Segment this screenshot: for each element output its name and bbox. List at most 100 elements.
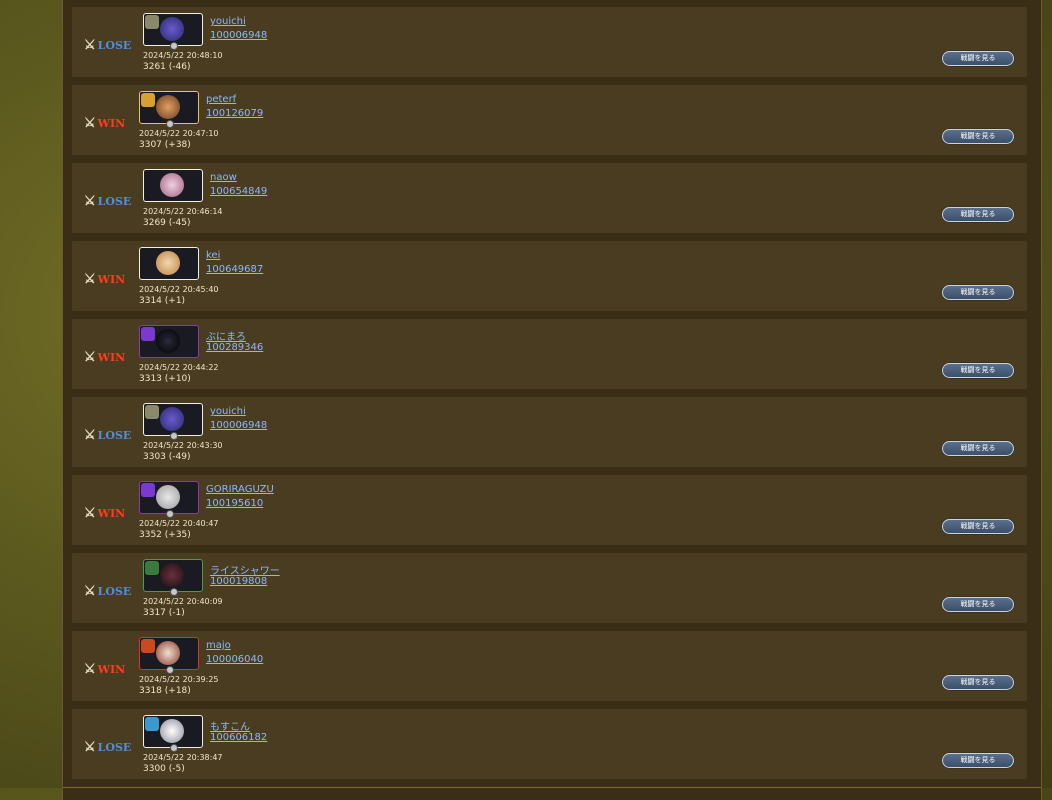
opponent-id-link[interactable]: 100126079 [206, 108, 263, 119]
default-user-icon [156, 485, 180, 509]
opponent-name-link[interactable]: kei [206, 250, 220, 261]
opponent-name-link[interactable]: naow [210, 172, 237, 183]
result-indicator: ⚔ WIN [84, 662, 125, 676]
result-label: WIN [97, 662, 126, 676]
view-battle-button[interactable]: 戦闘を見る [942, 285, 1014, 300]
opponent-id-link[interactable]: 100006948 [210, 30, 267, 41]
opponent-avatar[interactable] [139, 325, 199, 358]
character-portrait-icon [156, 251, 180, 275]
character-portrait-icon [160, 17, 184, 41]
opponent-id-link[interactable]: 100019808 [210, 576, 267, 587]
frame-ornament-icon [166, 666, 174, 674]
rating-change: 3300 (-5) [143, 764, 185, 774]
view-battle-button[interactable]: 戦闘を見る [942, 675, 1014, 690]
opponent-id-link[interactable]: 100195610 [206, 498, 263, 509]
opponent-id-link[interactable]: 100006040 [206, 654, 263, 665]
frame-ornament-icon [170, 42, 178, 50]
crossed-swords-icon: ⚔ [84, 739, 96, 755]
rating-change: 3352 (+35) [139, 530, 191, 540]
battle-row: ⚔ WIN peterf 100126079 2024/5/22 20:47:10… [72, 85, 1027, 155]
view-battle-button[interactable]: 戦闘を見る [942, 753, 1014, 768]
rating-change: 3307 (+38) [139, 140, 191, 150]
rank-badge-icon [145, 15, 159, 29]
opponent-id-link[interactable]: 100606182 [210, 732, 267, 743]
result-label: LOSE [97, 194, 132, 208]
opponent-avatar[interactable] [143, 715, 203, 752]
result-label: LOSE [97, 740, 132, 754]
battle-datetime: 2024/5/22 20:47:10 [139, 129, 219, 138]
result-indicator: ⚔ LOSE [84, 38, 131, 52]
opponent-name-link[interactable]: ぶにまろ [206, 328, 246, 343]
battle-row: ⚔ WIN GORIRAGUZU 100195610 2024/5/22 20:4… [72, 475, 1027, 545]
battle-datetime: 2024/5/22 20:40:47 [139, 519, 219, 528]
battle-datetime: 2024/5/22 20:40:09 [143, 597, 223, 606]
view-battle-button[interactable]: 戦闘を見る [942, 519, 1014, 534]
rating-change: 3313 (+10) [139, 374, 191, 384]
view-battle-button[interactable]: 戦闘を見る [942, 363, 1014, 378]
crossed-swords-icon: ⚔ [84, 193, 96, 209]
view-battle-button[interactable]: 戦闘を見る [942, 51, 1014, 66]
opponent-name-link[interactable]: ライスシャワー [210, 562, 280, 577]
rank-badge-icon [141, 639, 155, 653]
battle-datetime: 2024/5/22 20:39:25 [139, 675, 219, 684]
frame-ornament-icon [166, 510, 174, 518]
character-portrait-icon [160, 563, 184, 587]
crossed-swords-icon: ⚔ [84, 349, 96, 365]
opponent-avatar[interactable] [143, 559, 203, 596]
character-portrait-icon [156, 329, 180, 353]
frame-ornament-icon [166, 120, 174, 128]
battle-row: ⚔ WIN majo 100006040 2024/5/22 20:39:25 3… [72, 631, 1027, 701]
opponent-name-link[interactable]: peterf [206, 94, 236, 105]
rank-badge-icon [145, 405, 159, 419]
battle-row: ⚔ WIN kei 100649687 2024/5/22 20:45:40 33… [72, 241, 1027, 311]
result-indicator: ⚔ WIN [84, 116, 125, 130]
opponent-avatar[interactable] [139, 637, 199, 674]
view-battle-button[interactable]: 戦闘を見る [942, 441, 1014, 456]
opponent-name-link[interactable]: youichi [210, 16, 246, 27]
opponent-name-link[interactable]: GORIRAGUZU [206, 484, 274, 495]
rating-change: 3314 (+1) [139, 296, 186, 306]
frame-ornament-icon [170, 744, 178, 752]
view-battle-button[interactable]: 戦闘を見る [942, 129, 1014, 144]
result-indicator: ⚔ LOSE [84, 428, 131, 442]
view-battle-button[interactable]: 戦闘を見る [942, 207, 1014, 222]
crossed-swords-icon: ⚔ [84, 583, 96, 599]
opponent-avatar[interactable] [143, 13, 203, 50]
battle-datetime: 2024/5/22 20:43:30 [143, 441, 223, 450]
opponent-id-link[interactable]: 100654849 [210, 186, 267, 197]
opponent-id-link[interactable]: 100006948 [210, 420, 267, 431]
crossed-swords-icon: ⚔ [84, 115, 96, 131]
rating-change: 3261 (-46) [143, 62, 191, 72]
opponent-id-link[interactable]: 100649687 [206, 264, 263, 275]
battle-row: ⚔ LOSE もすこん 100606182 2024/5/22 20:38:47 … [72, 709, 1027, 779]
result-indicator: ⚔ LOSE [84, 194, 131, 208]
opponent-avatar[interactable] [143, 403, 203, 440]
view-battle-button[interactable]: 戦闘を見る [942, 597, 1014, 612]
opponent-id-link[interactable]: 100289346 [206, 342, 263, 353]
opponent-avatar[interactable] [139, 91, 199, 128]
opponent-name-link[interactable]: youichi [210, 406, 246, 417]
battle-datetime: 2024/5/22 20:44:22 [139, 363, 219, 372]
opponent-avatar[interactable] [139, 247, 199, 280]
rank-badge-icon [141, 93, 155, 107]
rank-badge-icon [145, 561, 159, 575]
frame-ornament-icon [170, 432, 178, 440]
result-indicator: ⚔ WIN [84, 272, 125, 286]
character-portrait-icon [160, 719, 184, 743]
result-indicator: ⚔ LOSE [84, 740, 131, 754]
rank-badge-icon [141, 327, 155, 341]
battle-row: ⚔ LOSE ライスシャワー 100019808 2024/5/22 20:40:… [72, 553, 1027, 623]
opponent-avatar[interactable] [139, 481, 199, 518]
rank-badge-icon [141, 483, 155, 497]
result-indicator: ⚔ LOSE [84, 584, 131, 598]
character-portrait-icon [156, 95, 180, 119]
rank-badge-icon [145, 717, 159, 731]
opponent-name-link[interactable]: majo [206, 640, 231, 651]
opponent-avatar[interactable] [143, 169, 203, 202]
opponent-name-link[interactable]: もすこん [210, 718, 250, 733]
crossed-swords-icon: ⚔ [84, 427, 96, 443]
rating-change: 3317 (-1) [143, 608, 185, 618]
crossed-swords-icon: ⚔ [84, 505, 96, 521]
battle-row: ⚔ WIN ぶにまろ 100289346 2024/5/22 20:44:22 3… [72, 319, 1027, 389]
result-indicator: ⚔ WIN [84, 506, 125, 520]
